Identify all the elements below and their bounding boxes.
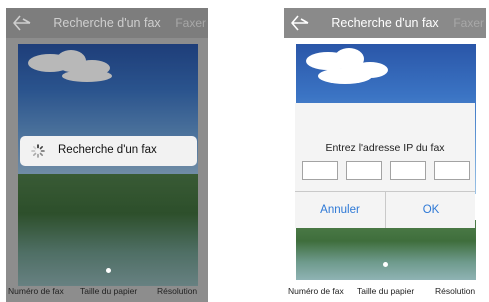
navigation-bar: Recherche d'un fax Faxer xyxy=(284,8,486,38)
loading-spinner-icon xyxy=(31,144,45,158)
ip-octet-field-1[interactable] xyxy=(302,161,338,180)
tab-resolution[interactable]: Résolution xyxy=(157,286,197,296)
ip-octet-field-3[interactable] xyxy=(390,161,426,180)
page-indicator-dot xyxy=(106,268,111,273)
tab-paper-size[interactable]: Taille du papier xyxy=(80,286,137,296)
tab-fax-number[interactable]: Numéro de fax xyxy=(288,286,344,296)
page-indicator-dot xyxy=(383,262,388,267)
ip-octet-field-2[interactable] xyxy=(346,161,382,180)
loading-text: Recherche d'un fax xyxy=(58,144,157,156)
tab-resolution[interactable]: Résolution xyxy=(435,286,475,296)
fax-send-button[interactable]: Faxer xyxy=(453,16,484,30)
loading-popup: Recherche d'un fax xyxy=(20,136,197,166)
navigation-bar: Recherche d'un fax Faxer xyxy=(6,8,208,38)
phone-screen-ip-entry: Recherche d'un fax Faxer Entrez l'adress… xyxy=(284,8,486,302)
dialog-title: Entrez l'adresse IP du fax xyxy=(325,142,445,154)
tab-fax-number[interactable]: Numéro de fax xyxy=(8,286,64,296)
tab-paper-size[interactable]: Taille du papier xyxy=(357,286,414,296)
ok-button[interactable]: OK xyxy=(386,191,476,228)
cancel-button[interactable]: Annuler xyxy=(295,191,385,228)
fax-send-button[interactable]: Faxer xyxy=(175,16,206,30)
ip-address-dialog: Entrez l'adresse IP du fax Annuler OK xyxy=(295,103,475,228)
ip-octet-field-4[interactable] xyxy=(434,161,470,180)
phone-screen-searching: Recherche d'un fax Faxer Recherche d'un … xyxy=(6,8,208,302)
